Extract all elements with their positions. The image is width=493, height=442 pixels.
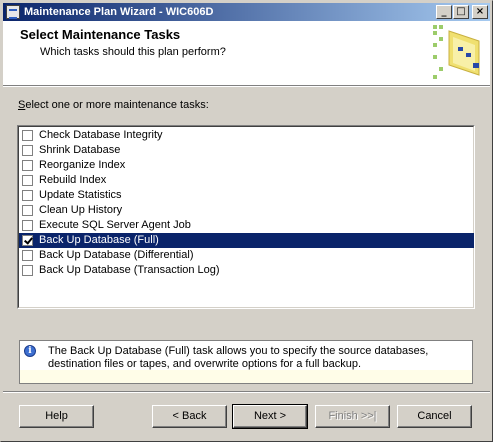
task-label: Check Database Integrity [39, 129, 163, 141]
header-separator [3, 85, 490, 87]
task-checkbox[interactable] [22, 265, 33, 276]
next-button[interactable]: Next > [232, 404, 308, 429]
task-checkbox[interactable] [22, 190, 33, 201]
task-label: Back Up Database (Transaction Log) [39, 264, 220, 276]
wizard-window: Maintenance Plan Wizard - WIC606D _ □ × … [0, 0, 493, 442]
task-label: Shrink Database [39, 144, 121, 156]
task-checkbox[interactable] [22, 250, 33, 261]
task-item[interactable]: Clean Up History [19, 203, 474, 218]
task-checkbox[interactable] [22, 235, 33, 246]
footer-separator [3, 391, 490, 393]
close-button[interactable]: × [472, 5, 488, 19]
page-subtitle: Which tasks should this plan perform? [40, 46, 226, 58]
task-label: Back Up Database (Differential) [39, 249, 194, 261]
back-button[interactable]: < Back [152, 405, 227, 428]
window-title: Maintenance Plan Wizard - WIC606D [24, 6, 214, 18]
task-item[interactable]: Reorganize Index [19, 158, 474, 173]
wizard-graphic-icon [433, 25, 480, 79]
task-description-text: The Back Up Database (Full) task allows … [48, 345, 429, 370]
task-item[interactable]: Back Up Database (Differential) [19, 248, 474, 263]
task-item[interactable]: Check Database Integrity [19, 128, 474, 143]
task-item[interactable]: Shrink Database [19, 143, 474, 158]
task-checkbox[interactable] [22, 130, 33, 141]
info-icon: i [24, 345, 36, 357]
task-checkbox[interactable] [22, 175, 33, 186]
minimize-button[interactable]: _ [436, 5, 452, 19]
task-description-panel: i The Back Up Database (Full) task allow… [19, 340, 473, 384]
tasks-label: Select one or more maintenance tasks: [18, 99, 209, 111]
task-checkbox[interactable] [22, 145, 33, 156]
task-label: Clean Up History [39, 204, 123, 216]
cancel-button[interactable]: Cancel [397, 405, 472, 428]
task-checkbox[interactable] [22, 205, 33, 216]
task-item[interactable]: Back Up Database (Full) [19, 233, 474, 248]
task-item[interactable]: Update Statistics [19, 188, 474, 203]
task-item[interactable]: Rebuild Index [19, 173, 474, 188]
maximize-button[interactable]: □ [453, 5, 469, 19]
task-checkbox[interactable] [22, 160, 33, 171]
wizard-header: Select Maintenance Tasks Which tasks sho… [3, 21, 490, 85]
page-title: Select Maintenance Tasks [20, 27, 181, 42]
task-item[interactable]: Execute SQL Server Agent Job [19, 218, 474, 233]
tasks-listbox[interactable]: Check Database Integrity Shrink Database R… [17, 125, 475, 309]
task-label: Update Statistics [39, 189, 122, 201]
help-button[interactable]: Help [19, 405, 94, 428]
task-label: Rebuild Index [39, 174, 107, 186]
task-checkbox[interactable] [22, 220, 33, 231]
app-icon [6, 5, 20, 19]
task-label: Back Up Database (Full) [39, 234, 159, 246]
title-bar[interactable]: Maintenance Plan Wizard - WIC606D _ □ × [3, 3, 490, 21]
task-label: Execute SQL Server Agent Job [39, 219, 191, 231]
task-item[interactable]: Back Up Database (Transaction Log) [19, 263, 474, 278]
finish-button: Finish >>| [315, 405, 390, 428]
task-label: Reorganize Index [39, 159, 126, 171]
